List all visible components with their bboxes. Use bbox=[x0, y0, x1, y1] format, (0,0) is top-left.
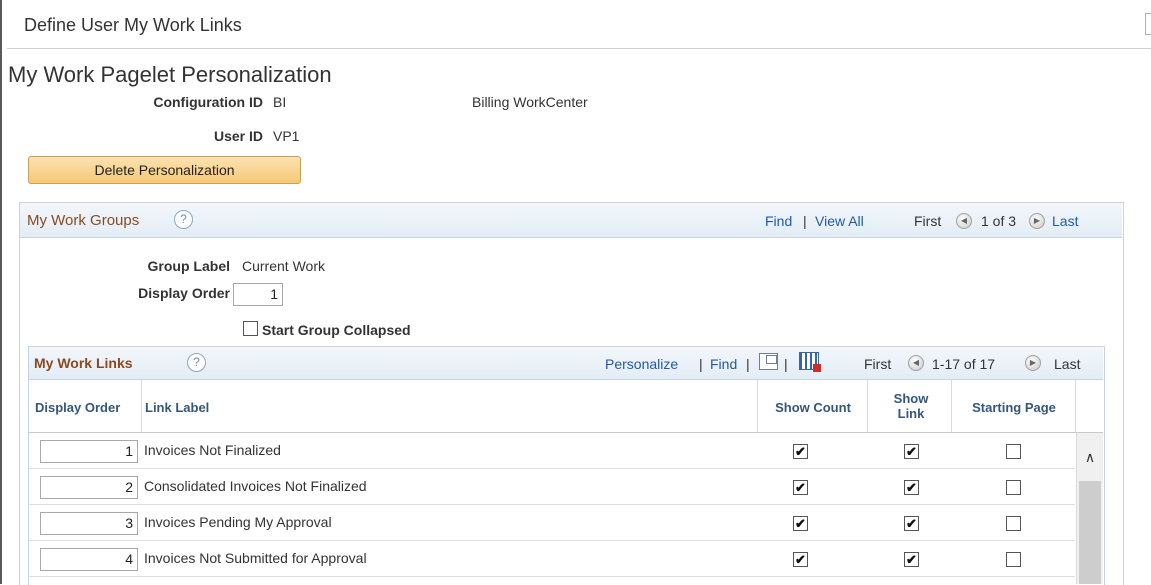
user-id-label: User ID bbox=[213, 128, 263, 144]
check-icon: ✔ bbox=[906, 516, 917, 531]
links-last-label[interactable]: Last bbox=[1054, 356, 1080, 372]
col-divider bbox=[951, 380, 952, 432]
table-row: 3 Invoices Pending My Approval ✔ ✔ bbox=[29, 505, 1075, 541]
check-icon: ✔ bbox=[906, 480, 917, 495]
my-work-groups-header: My Work Groups ? Find | View All First ◀… bbox=[20, 203, 1122, 238]
table-row: 4 Invoices Not Submitted for Approval ✔ ✔ bbox=[29, 541, 1075, 577]
check-icon: ✔ bbox=[906, 552, 917, 567]
row-show-link-checkbox[interactable]: ✔ bbox=[904, 444, 919, 459]
groups-next-arrow-icon[interactable]: ▶ bbox=[1029, 213, 1045, 229]
check-icon: ✔ bbox=[795, 516, 806, 531]
page-title: My Work Pagelet Personalization bbox=[8, 62, 332, 87]
user-id-value: VP1 bbox=[273, 128, 300, 144]
row-display-order-input[interactable]: 3 bbox=[40, 512, 138, 535]
window-left-border bbox=[0, 0, 2, 584]
start-group-collapsed-label: Start Group Collapsed bbox=[262, 322, 411, 338]
col-divider bbox=[757, 380, 758, 432]
links-column-headers: Display Order Link Label Show Count Show… bbox=[29, 380, 1103, 433]
groups-find-link[interactable]: Find bbox=[765, 213, 792, 229]
links-prev-arrow-icon[interactable]: ◀ bbox=[908, 355, 924, 371]
row-show-count-checkbox[interactable]: ✔ bbox=[793, 552, 808, 567]
col-show-count[interactable]: Show Count bbox=[759, 400, 867, 415]
col-show-link[interactable]: Show Link bbox=[869, 391, 953, 421]
links-help-icon[interactable]: ? bbox=[187, 353, 206, 372]
row-starting-page-checkbox[interactable] bbox=[1006, 480, 1021, 495]
table-row: 1 Invoices Not Finalized ✔ ✔ bbox=[29, 433, 1075, 469]
row-show-count-checkbox[interactable]: ✔ bbox=[793, 480, 808, 495]
my-work-links-title: My Work Links bbox=[34, 355, 133, 371]
row-starting-page-checkbox[interactable] bbox=[1006, 552, 1021, 567]
row-link-label: Invoices Not Submitted for Approval bbox=[144, 550, 367, 566]
groups-help-icon[interactable]: ? bbox=[174, 210, 193, 229]
check-icon: ✔ bbox=[795, 480, 806, 495]
groups-range: 1 of 3 bbox=[981, 213, 1017, 229]
download-spreadsheet-icon[interactable] bbox=[799, 352, 821, 372]
check-icon: ✔ bbox=[795, 444, 806, 459]
row-show-link-checkbox[interactable]: ✔ bbox=[904, 516, 919, 531]
window-title: Define User My Work Links bbox=[24, 15, 242, 35]
row-show-count-checkbox[interactable]: ✔ bbox=[793, 444, 808, 459]
row-display-order-input[interactable]: 4 bbox=[40, 548, 138, 571]
row-show-link-checkbox[interactable]: ✔ bbox=[904, 480, 919, 495]
row-display-order-input[interactable]: 2 bbox=[40, 476, 138, 499]
col-display-order[interactable]: Display Order bbox=[35, 400, 120, 415]
start-group-collapsed-checkbox[interactable] bbox=[243, 321, 258, 336]
col-divider bbox=[1075, 380, 1076, 432]
scroll-thumb[interactable] bbox=[1079, 481, 1101, 584]
col-starting-page[interactable]: Starting Page bbox=[953, 400, 1075, 415]
table-row: 2 Consolidated Invoices Not Finalized ✔ ✔ bbox=[29, 469, 1075, 505]
groups-last-link[interactable]: Last bbox=[1052, 213, 1078, 229]
group-display-order-input[interactable]: 1 bbox=[233, 283, 283, 306]
config-description: Billing WorkCenter bbox=[472, 94, 588, 110]
groups-view-all-link[interactable]: View All bbox=[815, 213, 864, 229]
col-link-label[interactable]: Link Label bbox=[145, 400, 209, 415]
my-work-links-header: My Work Links ? Personalize | Find | | F… bbox=[29, 347, 1103, 380]
links-separator-2: | bbox=[746, 356, 750, 372]
row-display-order-input[interactable]: 1 bbox=[40, 440, 138, 463]
check-icon: ✔ bbox=[906, 444, 917, 459]
col-show-link-line2: Link bbox=[897, 406, 925, 421]
config-id-value: BI bbox=[273, 94, 287, 110]
links-scrollbar[interactable]: ∧ bbox=[1076, 433, 1103, 584]
groups-separator: | bbox=[803, 213, 807, 229]
links-first-label: First bbox=[864, 356, 892, 372]
row-show-count-checkbox[interactable]: ✔ bbox=[793, 516, 808, 531]
check-icon: ✔ bbox=[795, 552, 806, 567]
col-show-link-line1: Show bbox=[893, 391, 929, 406]
links-separator-1: | bbox=[699, 356, 703, 372]
config-id-label: Configuration ID bbox=[153, 94, 263, 110]
display-order-label: Display Order bbox=[138, 285, 230, 301]
group-label-value: Current Work bbox=[242, 258, 325, 274]
delete-personalization-button[interactable]: Delete Personalization bbox=[28, 156, 301, 184]
row-starting-page-checkbox[interactable] bbox=[1006, 516, 1021, 531]
row-starting-page-checkbox[interactable] bbox=[1006, 444, 1021, 459]
links-personalize-link[interactable]: Personalize bbox=[605, 356, 678, 372]
links-next-arrow-icon[interactable]: ▶ bbox=[1025, 355, 1041, 371]
new-window-icon[interactable] bbox=[759, 353, 778, 370]
row-show-link-checkbox[interactable]: ✔ bbox=[904, 552, 919, 567]
links-find-link[interactable]: Find bbox=[710, 356, 737, 372]
row-link-label: Consolidated Invoices Not Finalized bbox=[144, 478, 367, 494]
links-range: 1-17 of 17 bbox=[932, 356, 996, 372]
links-separator-3: | bbox=[784, 356, 788, 372]
my-work-groups-title: My Work Groups bbox=[27, 212, 140, 229]
groups-prev-arrow-icon[interactable]: ◀ bbox=[956, 213, 972, 229]
col-divider bbox=[867, 380, 868, 432]
row-link-label: Invoices Not Finalized bbox=[144, 442, 281, 458]
window-title-bar: Define User My Work Links bbox=[7, 0, 1151, 49]
scroll-up-icon[interactable]: ∧ bbox=[1077, 449, 1103, 466]
groups-first-label: First bbox=[914, 213, 942, 229]
group-label-label: Group Label bbox=[147, 258, 230, 274]
row-link-label: Invoices Pending My Approval bbox=[144, 514, 332, 530]
col-divider bbox=[141, 380, 142, 432]
title-bar-edge bbox=[1145, 13, 1151, 35]
